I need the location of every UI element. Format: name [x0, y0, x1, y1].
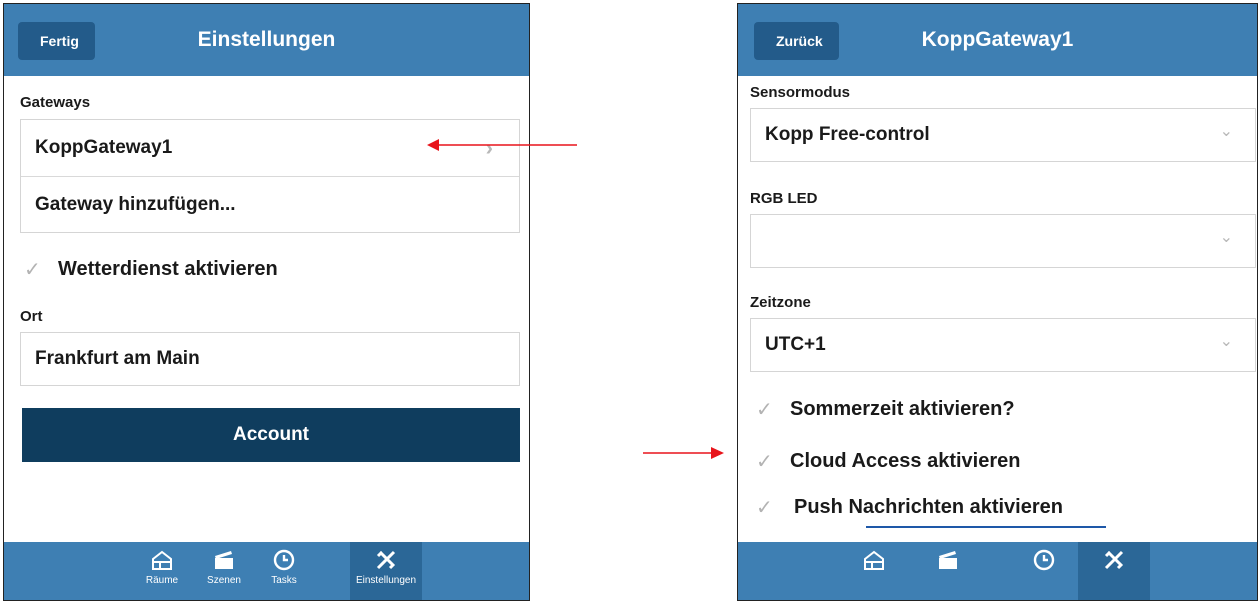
clock-icon: [273, 549, 295, 571]
add-gateway-item[interactable]: Gateway hinzufügen...: [21, 177, 519, 233]
underline-accent: [866, 526, 1106, 528]
weather-checkbox[interactable]: ✓ Wetterdienst aktivieren: [24, 258, 278, 281]
tab-einstellungen[interactable]: Einstellungen: [350, 542, 422, 600]
rgb-led-label: RGB LED: [750, 190, 818, 207]
timezone-select[interactable]: UTC+1 ⌄: [750, 318, 1256, 372]
chevron-down-icon: ⌄: [1219, 229, 1233, 246]
tab-bar: Räume Szenen Tasks Einstellungen: [4, 542, 529, 600]
annotation-arrow-gateway: [427, 139, 577, 151]
header: Zurück KoppGateway1: [738, 4, 1257, 76]
clapperboard-icon: [939, 551, 957, 569]
house-icon: [152, 550, 172, 570]
tab-szenen[interactable]: Szenen: [194, 542, 254, 600]
checkmark-icon: ✓: [24, 258, 41, 281]
checkmark-icon: ✓: [756, 398, 773, 421]
settings-screen: Fertig Einstellungen Gateways KoppGatewa…: [3, 3, 530, 601]
chevron-down-icon: ⌄: [1219, 123, 1233, 140]
sensor-mode-label: Sensormodus: [750, 84, 851, 101]
tools-icon: [376, 550, 396, 570]
sensor-mode-select[interactable]: Kopp Free-control ⌄: [750, 108, 1256, 162]
tab-tasks[interactable]: Tasks: [254, 542, 314, 600]
tab-bar: [738, 542, 1257, 600]
cloud-access-checkbox[interactable]: ✓ Cloud Access aktivieren: [756, 450, 1020, 473]
summer-time-checkbox[interactable]: ✓ Sommerzeit aktivieren?: [756, 398, 1015, 421]
tab-tasks[interactable]: [1014, 542, 1074, 600]
chevron-down-icon: ⌄: [1219, 333, 1233, 350]
checkmark-icon: ✓: [756, 496, 773, 519]
checkmark-icon: ✓: [756, 450, 773, 473]
location-value: Frankfurt am Main: [35, 348, 200, 369]
gateway-settings-screen: Zurück KoppGateway1 Sensormodus Kopp Fre…: [737, 3, 1258, 601]
header: Fertig Einstellungen: [4, 4, 529, 76]
tab-einstellungen[interactable]: [1078, 542, 1150, 600]
timezone-label: Zeitzone: [750, 294, 811, 311]
rgb-led-select[interactable]: ⌄: [750, 214, 1256, 268]
location-input[interactable]: Frankfurt am Main: [20, 332, 520, 386]
gateways-label: Gateways: [20, 94, 91, 111]
house-icon: [864, 550, 884, 570]
annotation-arrow-cloud: [643, 447, 724, 459]
tab-raeume[interactable]: Räume: [132, 542, 192, 600]
rgb-led-value: [751, 215, 1255, 267]
clapperboard-icon: [215, 551, 233, 569]
tab-szenen[interactable]: [918, 542, 978, 600]
account-button[interactable]: Account: [22, 408, 520, 462]
page-title: KoppGateway1: [921, 28, 1074, 51]
clock-icon: [1033, 549, 1055, 571]
page-title: Einstellungen: [197, 28, 336, 51]
tools-icon: [1104, 550, 1124, 570]
sensor-mode-value: Kopp Free-control: [765, 124, 930, 145]
push-notifications-checkbox[interactable]: ✓ Push Nachrichten aktivieren: [756, 496, 1063, 519]
tab-raeume[interactable]: [844, 542, 904, 600]
timezone-value: UTC+1: [765, 334, 826, 355]
location-label: Ort: [20, 308, 43, 325]
